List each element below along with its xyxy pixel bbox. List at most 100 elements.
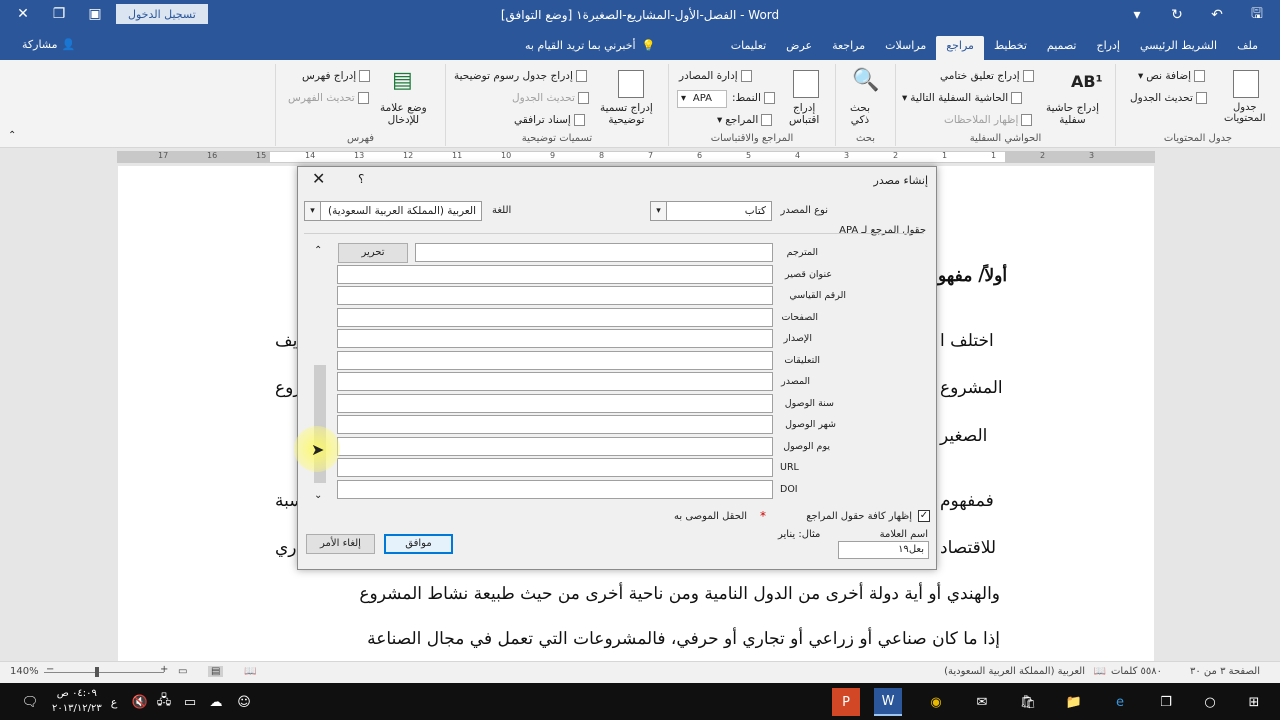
show-all-fields-checkbox[interactable]: ✓ (918, 510, 930, 522)
print-layout-icon[interactable]: ▤ (208, 666, 224, 677)
store-icon[interactable]: 🛍 (1014, 688, 1042, 716)
smart-lookup-button[interactable]: بحث ذكي (850, 102, 870, 126)
mail-icon[interactable]: ✉ (968, 688, 996, 716)
help-icon[interactable]: ؟ (358, 172, 364, 186)
tab-layout[interactable]: تخطيط (984, 36, 1037, 60)
web-layout-icon[interactable]: ▭ (178, 666, 187, 677)
mark-entry-icon[interactable]: ▤ (392, 68, 413, 93)
tab-references[interactable]: مراجع (936, 36, 984, 60)
insert-index-button[interactable]: إدراج فهرس (302, 70, 371, 82)
insert-footnote-button[interactable]: إدراج حاشية سفلية (1046, 102, 1099, 126)
undo-icon[interactable]: ↶ (1202, 5, 1232, 25)
insert-citation-button[interactable]: إدراج اقتباس (789, 102, 819, 126)
update-figures-table-button[interactable]: تحديث الجدول (512, 92, 589, 104)
day-accessed-field[interactable] (337, 437, 773, 456)
url-field[interactable] (337, 458, 773, 477)
insert-endnote-button[interactable]: إدراج تعليق ختامي (940, 70, 1034, 82)
ruler-left-margin[interactable] (117, 151, 270, 163)
next-footnote-button[interactable]: الحاشية السفلية التالية ▾ (902, 92, 1023, 104)
tag-name-field[interactable]: بعل١٩ (838, 541, 929, 559)
document-vertical-scrollbar[interactable] (1268, 166, 1280, 661)
task-view-icon[interactable]: ❐ (1152, 688, 1180, 716)
month-accessed-field[interactable] (337, 415, 773, 434)
zoom-out-icon[interactable]: − (46, 664, 54, 675)
taskbar-clock[interactable]: ٠٤:٠٩ ص ٢٠١٣/١٢/٢٣ (52, 686, 102, 716)
tab-help[interactable]: تعليمات (721, 36, 776, 60)
standard-number-field[interactable] (337, 286, 773, 305)
document-line: للاقتصاد (940, 538, 997, 558)
pages-field[interactable] (337, 308, 773, 327)
source-field[interactable] (337, 372, 773, 391)
insert-caption-button[interactable]: إدراج تسمية توضيحية (600, 102, 653, 126)
tab-design[interactable]: تصميم (1037, 36, 1087, 60)
input-language[interactable]: ع (100, 688, 128, 716)
close-icon[interactable]: ✕ (312, 169, 325, 188)
year-accessed-field[interactable] (337, 394, 773, 413)
edit-button[interactable]: تحرير (338, 243, 408, 263)
comments-field[interactable] (337, 351, 773, 370)
collapse-ribbon-icon[interactable]: ⌃ (8, 130, 16, 141)
word-icon[interactable]: W (874, 688, 902, 716)
table-of-contents-button[interactable]: جدول المحتويات (1224, 102, 1266, 124)
network-icon[interactable]: 🖧 (150, 688, 178, 716)
tab-mailings[interactable]: مراسلات (875, 36, 936, 60)
language-indicator[interactable]: العربية (المملكة العربية السعودية) (944, 666, 1085, 677)
onedrive-icon[interactable]: ☁ (202, 688, 230, 716)
insert-footnote-icon[interactable]: AB¹ (1071, 72, 1103, 91)
scroll-up-icon[interactable]: ⌃ (314, 245, 322, 256)
smart-lookup-icon[interactable]: 🔍 (852, 68, 879, 93)
source-type-select[interactable]: كتاب ▾ (650, 201, 772, 221)
read-mode-icon[interactable]: 📖 (244, 666, 256, 677)
save-icon[interactable]: 🖫 (1242, 5, 1272, 25)
manage-sources-button[interactable]: إدارة المصادر (679, 70, 752, 82)
chrome-icon[interactable]: ◉ (922, 688, 950, 716)
proofing-icon[interactable]: 📖 (1094, 666, 1106, 677)
update-toc-button[interactable]: تحديث الجدول (1130, 92, 1207, 104)
powerpoint-icon[interactable]: P (832, 688, 860, 716)
tab-review[interactable]: مراجعة (822, 36, 875, 60)
redo-icon[interactable]: ↻ (1162, 5, 1192, 25)
tab-file[interactable]: ملف (1227, 36, 1268, 60)
start-icon[interactable]: ⊞ (1240, 688, 1268, 716)
add-text-button[interactable]: إضافة نص ▾ (1138, 70, 1206, 82)
notifications-icon[interactable]: 🗨 (16, 688, 44, 716)
mark-entry-button[interactable]: وضع علامة للإدخال (380, 102, 427, 126)
cancel-button[interactable]: إلغاء الأمر (306, 534, 375, 554)
insert-citation-icon[interactable] (793, 70, 819, 98)
dropdown-arrow-icon: ▾ (1138, 70, 1144, 82)
edge-icon[interactable]: e (1106, 688, 1134, 716)
tab-insert[interactable]: إدراج (1087, 36, 1130, 60)
scroll-down-icon[interactable]: ⌄ (314, 490, 322, 501)
show-notes-button[interactable]: إظهار الملاحظات (944, 114, 1033, 126)
tab-view[interactable]: عرض (776, 36, 822, 60)
translator-field[interactable] (415, 243, 773, 262)
share-button[interactable]: مشاركة 👤 (22, 38, 75, 51)
zoom-slider-thumb[interactable] (95, 667, 99, 677)
short-title-field[interactable] (337, 265, 773, 284)
ruler-track[interactable] (117, 151, 1155, 163)
file-explorer-icon[interactable]: 📁 (1060, 688, 1088, 716)
battery-icon[interactable]: ▭ (176, 688, 204, 716)
qat-customize-icon[interactable]: ▾ (1122, 5, 1152, 25)
language-select[interactable]: العربية (المملكة العربية السعودية) ▾ (304, 201, 482, 221)
edition-field[interactable] (337, 329, 773, 348)
bibliography-button[interactable]: المراجع ▾ (717, 114, 773, 126)
search-icon[interactable]: ○ (1196, 688, 1224, 716)
page-counter[interactable]: الصفحة ٣ من ٣٠ (1190, 666, 1260, 677)
cross-reference-button[interactable]: إسناد ترافقي (514, 114, 585, 126)
citation-style-select[interactable]: APA ▾ (677, 90, 727, 108)
doi-field[interactable] (337, 480, 773, 499)
tab-home[interactable]: الشريط الرئيسي (1130, 36, 1227, 60)
update-index-button[interactable]: تحديث الفهرس (288, 92, 369, 104)
word-count[interactable]: ٥٥٨٠ كلمات (1111, 666, 1162, 677)
tell-me-box[interactable]: أخبرني بما تريد القيام به 💡 (525, 39, 655, 52)
zoom-level[interactable]: 140% (10, 666, 39, 677)
insert-caption-icon[interactable] (618, 70, 644, 98)
zoom-in-icon[interactable]: + (160, 664, 168, 675)
ruler-right-margin[interactable] (1005, 151, 1155, 163)
insert-table-of-figures-button[interactable]: إدراج جدول رسوم توضيحية (454, 70, 587, 82)
zoom-slider[interactable] (44, 672, 164, 673)
table-of-contents-icon[interactable] (1233, 70, 1259, 98)
people-icon[interactable]: ☺ (230, 688, 258, 716)
ok-button[interactable]: موافق (384, 534, 453, 554)
